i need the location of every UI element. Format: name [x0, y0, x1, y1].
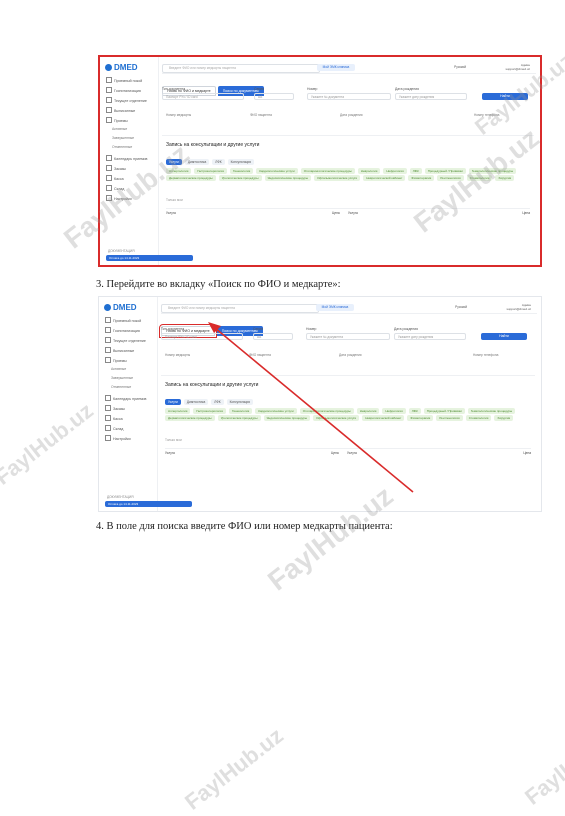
arrow-line: [214, 327, 414, 493]
